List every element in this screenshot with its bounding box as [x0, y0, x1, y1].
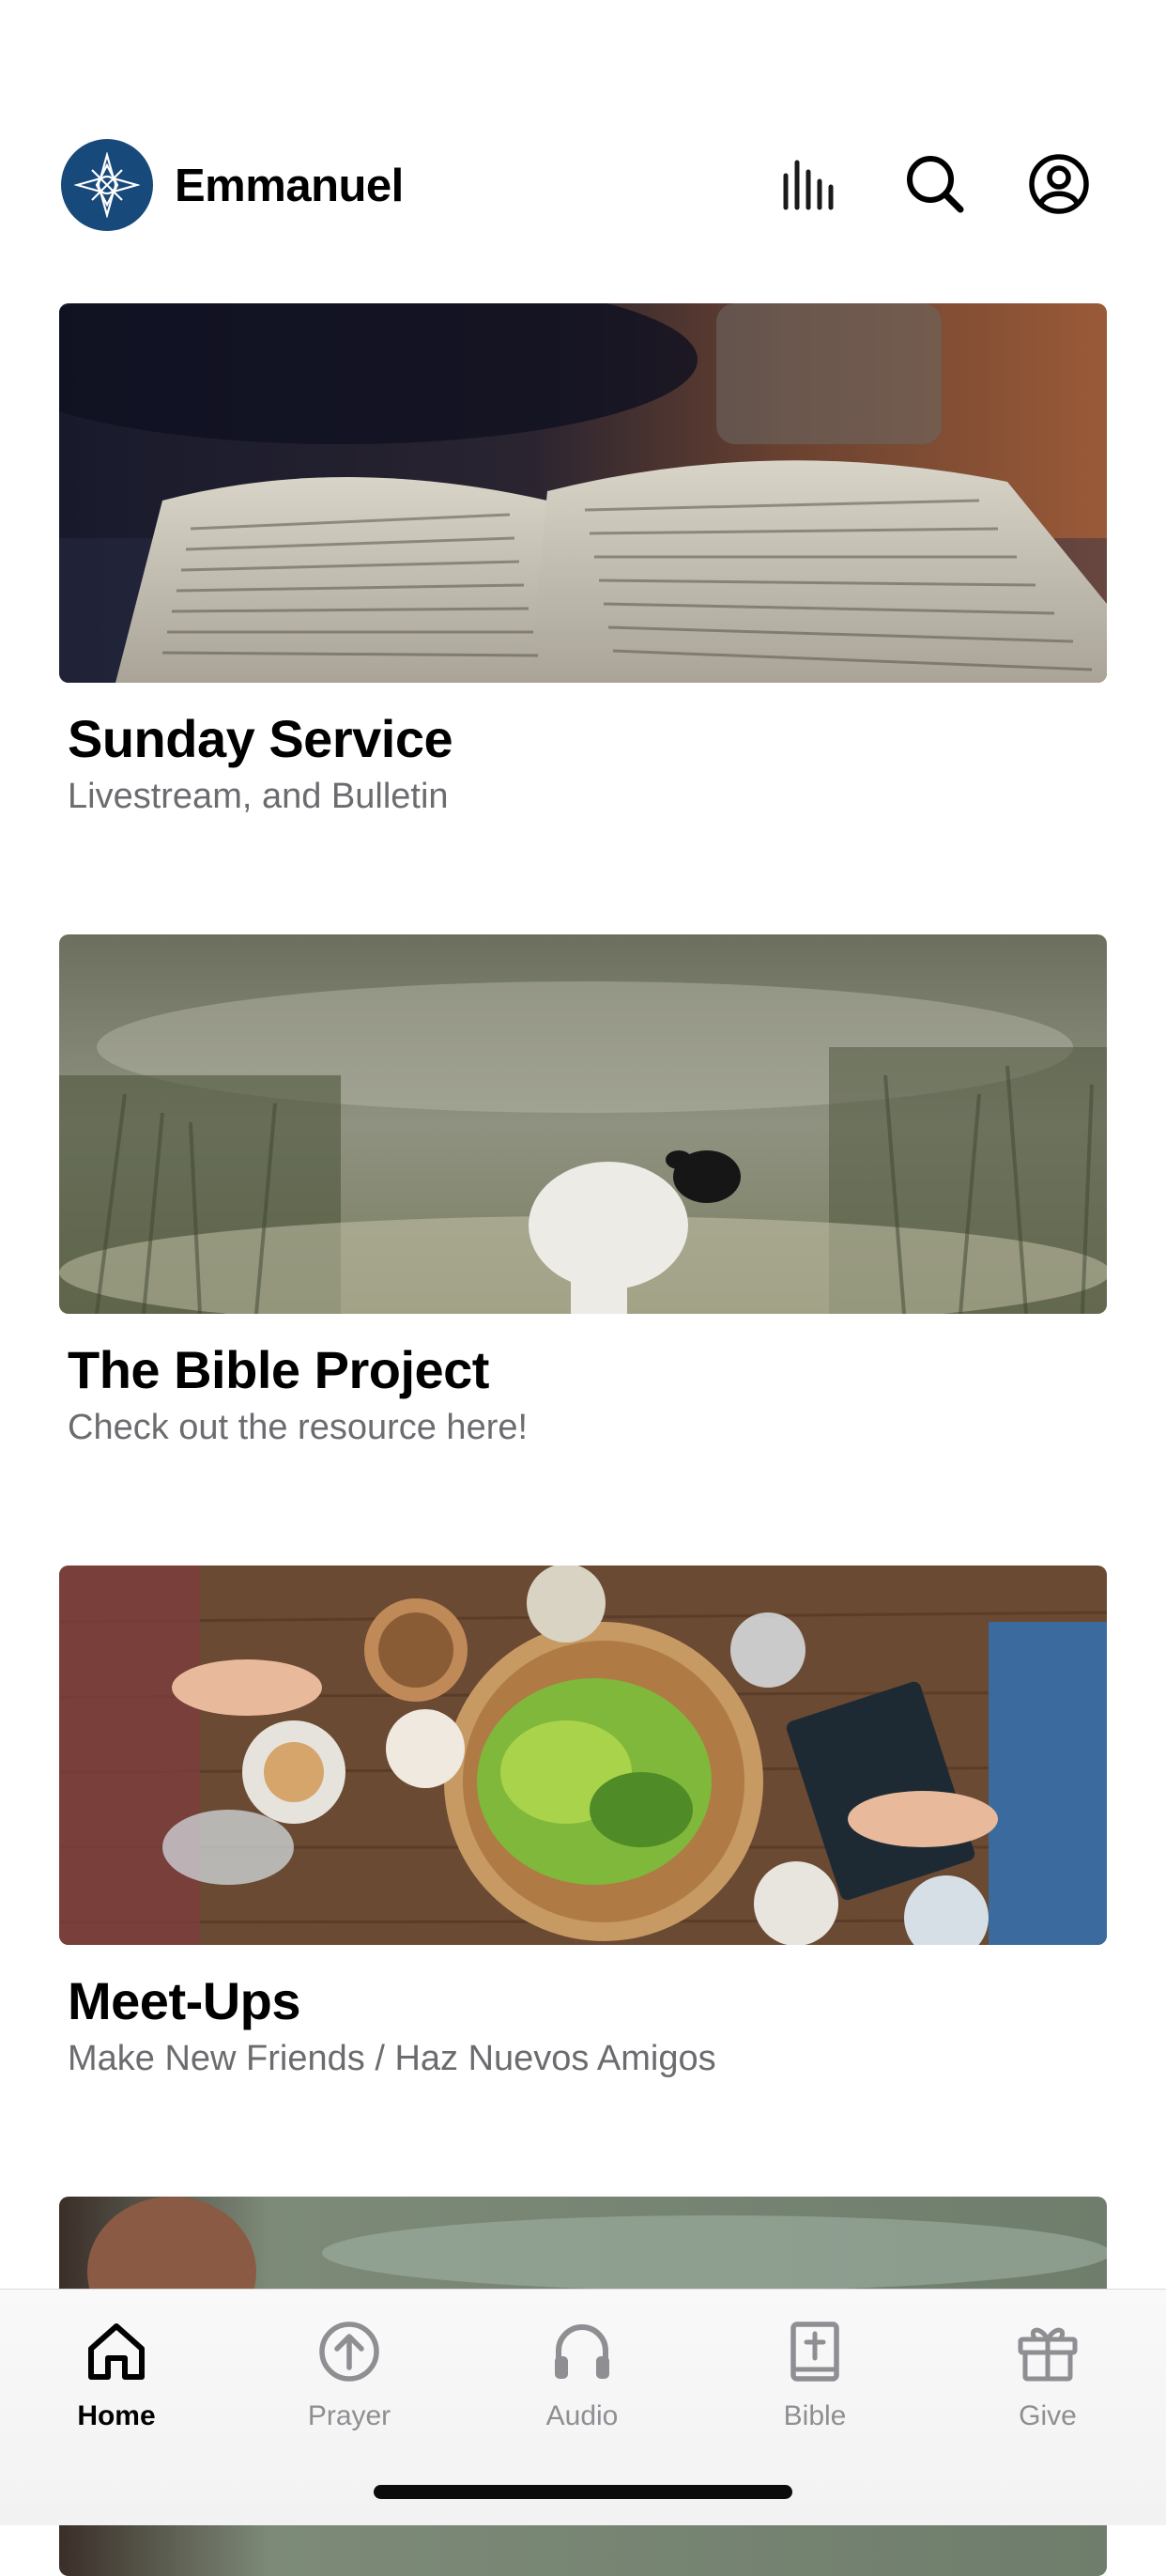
church-logo[interactable] — [61, 139, 153, 231]
tab-give[interactable]: Give — [954, 2310, 1142, 2432]
lamb-in-field-photo — [59, 934, 1107, 1314]
tab-home-label: Home — [77, 2400, 156, 2431]
audio-bars-icon[interactable] — [777, 150, 845, 218]
card-subtitle: Check out the resource here! — [68, 1408, 529, 1447]
compass-logo-icon — [74, 152, 140, 218]
tab-audio[interactable]: Audio — [488, 2310, 676, 2432]
tab-bible-label: Bible — [783, 2400, 847, 2431]
tab-home[interactable]: Home — [23, 2310, 210, 2432]
home-indicator — [374, 2485, 792, 2499]
card-title: Sunday Service — [68, 709, 453, 768]
gift-icon — [954, 2310, 1142, 2393]
feed-card[interactable]: Meet-Ups Make New Friends / Haz Nuevos A… — [59, 1566, 1107, 2080]
card-subtitle: Make New Friends / Haz Nuevos Amigos — [68, 2039, 716, 2078]
tab-audio-label: Audio — [545, 2400, 619, 2431]
tab-bible[interactable]: Bible — [721, 2310, 909, 2432]
search-icon[interactable] — [901, 150, 969, 218]
shared-meal-table-photo — [59, 1566, 1107, 1945]
card-subtitle: Livestream, and Bulletin — [68, 777, 449, 816]
bible-icon — [721, 2310, 909, 2393]
tab-prayer-label: Prayer — [307, 2400, 391, 2431]
prayer-arrow-icon — [255, 2310, 443, 2393]
home-icon — [23, 2310, 210, 2393]
card-title: The Bible Project — [68, 1340, 489, 1399]
tab-give-label: Give — [1019, 2400, 1077, 2431]
card-title: Meet-Ups — [68, 1971, 301, 2030]
feed-card[interactable]: The Bible Project Check out the resource… — [59, 934, 1107, 1449]
app-name: Emmanuel — [175, 161, 404, 211]
open-bible-photo — [59, 303, 1107, 683]
account-icon[interactable] — [1025, 150, 1093, 218]
tab-prayer[interactable]: Prayer — [255, 2310, 443, 2432]
app-header: Emmanuel — [0, 0, 1166, 282]
feed-card[interactable]: Sunday Service Livestream, and Bulletin — [59, 303, 1107, 818]
headphones-icon — [488, 2310, 676, 2393]
